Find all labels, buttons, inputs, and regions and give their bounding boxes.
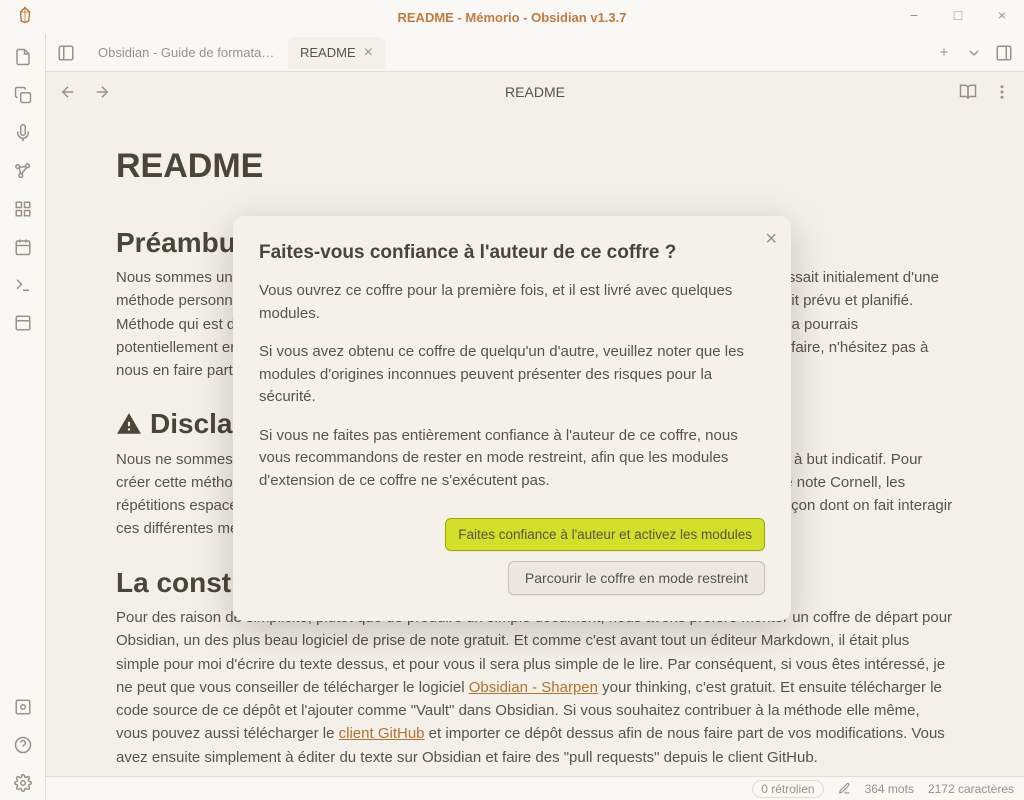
calendar-icon[interactable] [6, 230, 40, 264]
grid-icon[interactable] [6, 192, 40, 226]
modal-text: Si vous avez obtenu ce coffre de quelqu'… [259, 341, 765, 409]
collapse-sidebar-icon[interactable] [52, 39, 80, 67]
tab-label: Obsidian - Guide de formata… [98, 45, 274, 60]
command-icon[interactable] [6, 268, 40, 302]
heading-readme: README [116, 140, 954, 193]
ribbon-sidebar [0, 34, 46, 800]
trust-author-button[interactable]: Faites confiance à l'auteur et activez l… [445, 518, 765, 551]
maximize-button[interactable]: □ [936, 0, 980, 30]
help-icon[interactable] [6, 728, 40, 762]
restricted-mode-button[interactable]: Parcourir le coffre en mode restreint [508, 561, 765, 595]
trust-vault-modal: × Faites-vous confiance à l'auteur de ce… [233, 216, 791, 621]
tab-chevron-down-icon[interactable] [960, 39, 988, 67]
status-edit-icon[interactable] [838, 782, 851, 795]
right-sidebar-toggle-icon[interactable] [990, 39, 1018, 67]
view-header: README [46, 72, 1024, 112]
tab-row: Obsidian - Guide de formata… README × + [46, 34, 1024, 72]
modal-text: Vous ouvrez ce coffre pour la première f… [259, 280, 765, 325]
graph-icon[interactable] [6, 154, 40, 188]
link-obsidian[interactable]: Obsidian - Sharpen [469, 679, 598, 696]
tab-obsidian-guide[interactable]: Obsidian - Guide de formata… [86, 37, 286, 69]
window-titlebar: README - Mémorio - Obsidian v1.3.7 − □ × [0, 0, 1024, 34]
new-tab-button[interactable]: + [930, 39, 958, 67]
modal-buttons: Faites confiance à l'auteur et activez l… [259, 518, 765, 595]
nav-back-button[interactable] [54, 78, 82, 106]
layout-icon[interactable] [6, 306, 40, 340]
paragraph: Pour des raison de simplicité, plutôt qu… [116, 606, 954, 769]
note-title[interactable]: README [122, 84, 948, 100]
status-words[interactable]: 364 mots [865, 782, 914, 796]
copy-icon[interactable] [6, 78, 40, 112]
close-tab-icon[interactable]: × [364, 44, 373, 62]
files-icon[interactable] [6, 40, 40, 74]
nav-forward-button[interactable] [88, 78, 116, 106]
more-options-icon[interactable] [988, 78, 1016, 106]
link-github[interactable]: client GitHub [339, 725, 425, 742]
tab-readme[interactable]: README × [288, 37, 385, 69]
close-window-button[interactable]: × [980, 0, 1024, 30]
minimize-button[interactable]: − [892, 0, 936, 30]
status-bar: 0 rétrolien 364 mots 2172 caractères [46, 776, 1024, 800]
modal-close-button[interactable]: × [765, 228, 777, 251]
warning-icon [116, 411, 142, 437]
window-controls: − □ × [892, 0, 1024, 30]
vault-icon[interactable] [6, 690, 40, 724]
status-backlinks[interactable]: 0 rétrolien [752, 780, 823, 798]
obsidian-logo-icon [16, 6, 34, 28]
window-title: README - Mémorio - Obsidian v1.3.7 [398, 10, 627, 25]
status-chars[interactable]: 2172 caractères [928, 782, 1014, 796]
modal-text: Si vous ne faites pas entièrement confia… [259, 425, 765, 493]
tab-label: README [300, 45, 356, 60]
reading-mode-icon[interactable] [954, 78, 982, 106]
microphone-icon[interactable] [6, 116, 40, 150]
modal-title: Faites-vous confiance à l'auteur de ce c… [259, 242, 765, 264]
settings-icon[interactable] [6, 766, 40, 800]
